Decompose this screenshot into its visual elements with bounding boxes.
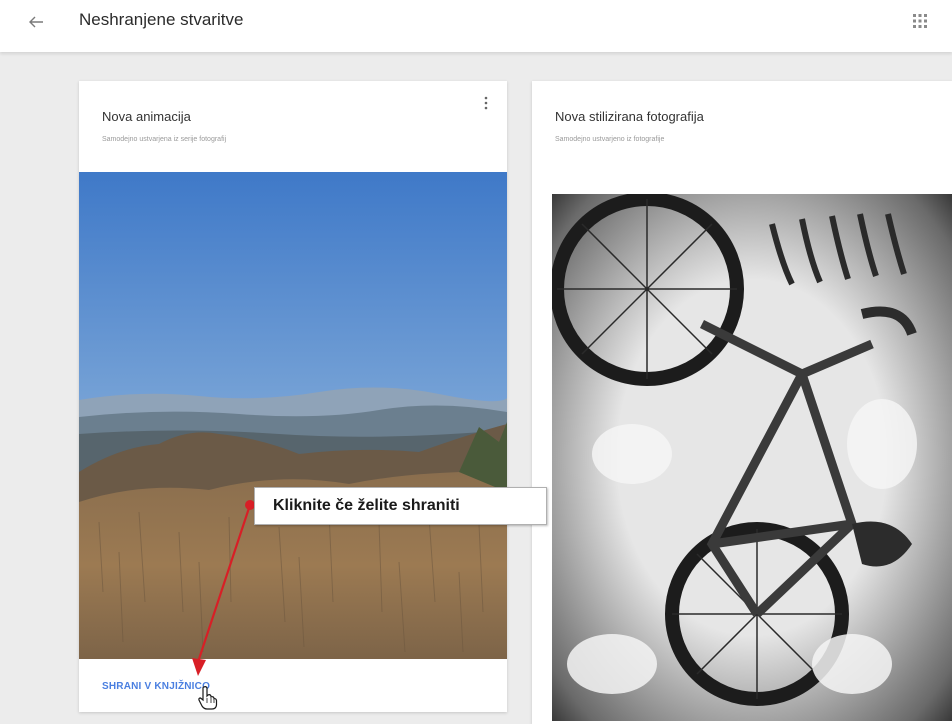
top-app-bar: Neshranjene stvaritve	[0, 0, 952, 52]
more-vert-icon	[484, 96, 488, 110]
arrow-left-icon	[29, 16, 43, 28]
more-options-button[interactable]	[479, 93, 493, 113]
stylized-photo-card[interactable]: Nova stilizirana fotografija Samodejno u…	[532, 81, 952, 724]
back-button[interactable]	[22, 8, 50, 36]
card-title: Nova stilizirana fotografija	[555, 109, 704, 124]
annotation-text: Kliknite če želite shraniti	[273, 497, 460, 514]
card-subtitle: Samodejno ustvarjeno iz fotografije	[555, 136, 665, 143]
page-title: Neshranjene stvaritve	[79, 10, 244, 29]
apps-grid-icon	[913, 14, 927, 28]
animation-card[interactable]: Nova animacija Samodejno ustvarjena iz s…	[79, 81, 507, 712]
hand-cursor-icon	[198, 686, 218, 710]
bicycle-bw-photo	[552, 194, 952, 721]
apps-button[interactable]	[910, 11, 930, 31]
annotation-arrow	[192, 500, 255, 676]
save-to-library-button[interactable]: SHRANI V KNJIŽNICO	[102, 681, 210, 692]
landscape-photo	[79, 172, 507, 659]
card-title: Nova animacija	[102, 109, 191, 124]
annotation-callout: Kliknite če želite shraniti	[254, 487, 547, 525]
card-subtitle: Samodejno ustvarjena iz serije fotografi…	[102, 136, 227, 143]
